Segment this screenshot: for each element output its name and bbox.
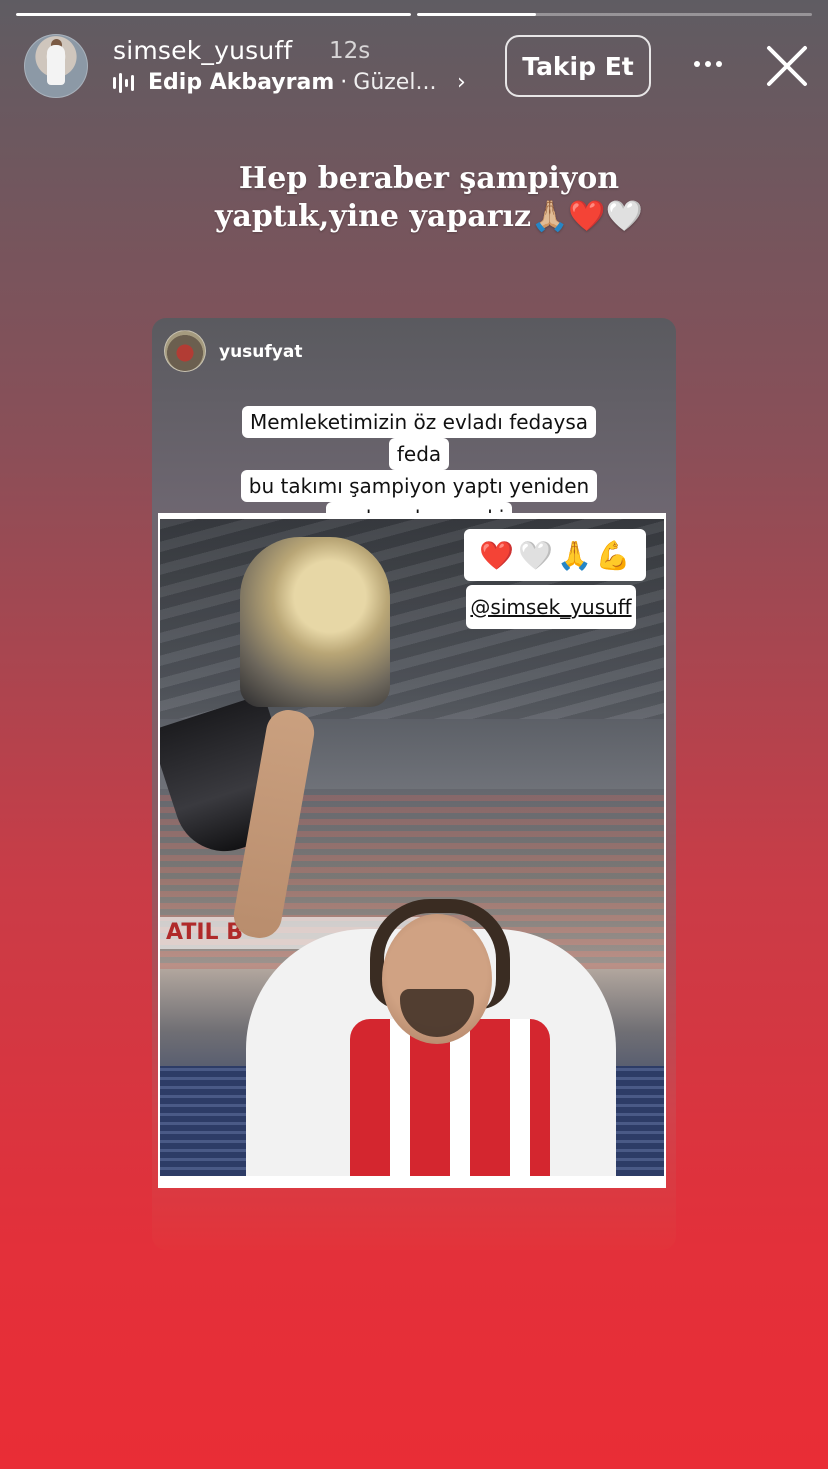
reshared-username[interactable]: yusufyat: [219, 342, 302, 362]
music-info[interactable]: Edip Akbayram · Güzel...: [113, 70, 436, 95]
story-progress-segment-1: [16, 13, 411, 16]
quote-line-2: bu takımı şampiyon yaptı yeniden: [240, 470, 598, 502]
reshared-post-card[interactable]: yusufyat Memleketimizin öz evladı fedays…: [152, 318, 676, 1250]
story-progress-segment-2: [417, 13, 812, 16]
timestamp: 12s: [329, 38, 371, 64]
story-header: simsek_yusuff 12s Edip Akbayram · Güzel.…: [0, 32, 828, 102]
photo-frame: ATIL B ❤️ 🤍 🙏 💪 @simsek_yusuff: [158, 513, 666, 1188]
heart-emoji: ❤️: [479, 538, 515, 572]
mention-sticker[interactable]: @simsek_yusuff: [466, 585, 636, 629]
music-song: Güzel...: [353, 70, 437, 95]
quote-line-1: Memleketimizin öz evladı fedaysa feda: [241, 406, 597, 470]
muscle-emoji: 💪: [595, 538, 631, 572]
pray-emoji: 🙏: [557, 538, 592, 572]
white-heart-emoji: 🤍: [518, 538, 553, 572]
trophy: [240, 537, 390, 707]
close-icon[interactable]: [765, 44, 809, 88]
follow-button[interactable]: Takip Et: [505, 35, 651, 97]
music-artist: Edip Akbayram: [148, 70, 335, 95]
emoji-sticker: ❤️ 🤍 🙏 💪: [464, 529, 646, 581]
story-caption: Hep beraber şampiyon yaptık,yine yaparız…: [214, 161, 644, 234]
scarf: [350, 1019, 550, 1176]
more-horizontal-icon[interactable]: [690, 46, 726, 82]
story-progress: [16, 13, 812, 17]
music-bars-icon: [113, 72, 135, 93]
reshared-avatar[interactable]: [164, 330, 206, 372]
chevron-right-icon[interactable]: ›: [457, 70, 466, 95]
avatar[interactable]: [24, 34, 88, 98]
music-separator: ·: [340, 70, 348, 95]
trophy-photo: ATIL B ❤️ 🤍 🙏 💪 @simsek_yusuff: [160, 519, 664, 1176]
username[interactable]: simsek_yusuff: [113, 36, 292, 65]
